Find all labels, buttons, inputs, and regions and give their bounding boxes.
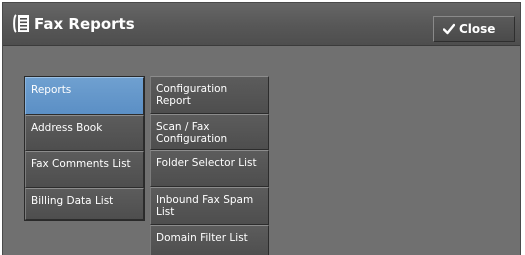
inbound-fax-spam-list-button[interactable]: Inbound Fax Spam List bbox=[150, 187, 269, 225]
scan-fax-configuration-button[interactable]: Scan / Fax Configuration bbox=[150, 114, 269, 150]
category-fax-comments-list-label: Fax Comments List bbox=[31, 158, 131, 170]
category-address-book-button[interactable]: Address Book bbox=[25, 115, 144, 151]
configuration-report-button[interactable]: Configuration Report bbox=[150, 76, 269, 114]
fax-reports-screen: Fax Reports Close Reports Address Book F… bbox=[0, 0, 525, 255]
folder-selector-list-button[interactable]: Folder Selector List bbox=[150, 150, 269, 187]
scan-fax-configuration-label: Scan / Fax Configuration bbox=[156, 121, 228, 145]
window-frame: Fax Reports Close Reports Address Book F… bbox=[2, 2, 521, 255]
configuration-report-label: Configuration Report bbox=[156, 83, 228, 107]
category-fax-comments-list-button[interactable]: Fax Comments List bbox=[25, 151, 144, 188]
checkmark-icon bbox=[443, 23, 455, 35]
fax-report-icon bbox=[13, 14, 29, 33]
category-reports-button[interactable]: Reports bbox=[25, 77, 144, 115]
category-billing-data-list-label: Billing Data List bbox=[31, 195, 114, 207]
report-category-list: Reports Address Book Fax Comments List B… bbox=[24, 76, 145, 221]
title-bar: Fax Reports Close bbox=[3, 3, 520, 46]
category-reports-label: Reports bbox=[31, 84, 72, 96]
category-billing-data-list-button[interactable]: Billing Data List bbox=[25, 188, 144, 220]
page-title: Fax Reports bbox=[34, 15, 135, 33]
close-button-label: Close bbox=[459, 22, 496, 36]
domain-filter-list-button[interactable]: Domain Filter List bbox=[150, 225, 269, 255]
inbound-fax-spam-list-label: Inbound Fax Spam List bbox=[156, 194, 254, 218]
close-button[interactable]: Close bbox=[433, 16, 515, 42]
folder-selector-list-label: Folder Selector List bbox=[156, 157, 257, 169]
category-address-book-label: Address Book bbox=[31, 122, 103, 134]
domain-filter-list-label: Domain Filter List bbox=[156, 232, 248, 244]
